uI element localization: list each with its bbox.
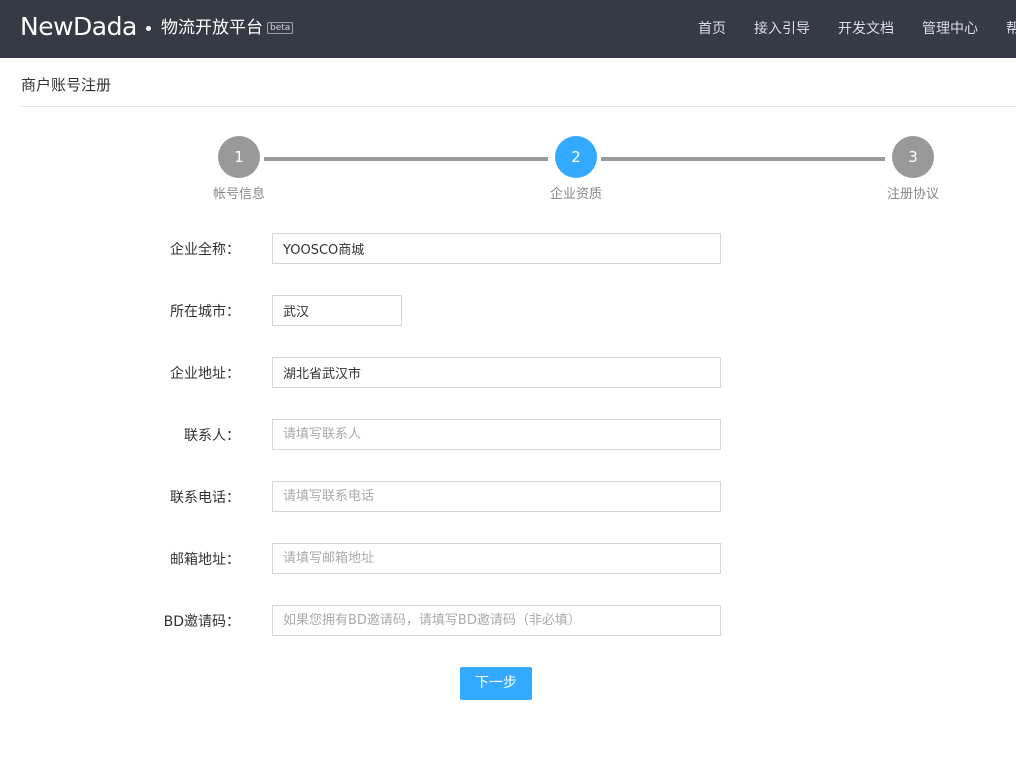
phone-label: 联系电话：: [170, 490, 240, 506]
platform-title: 物流开放平台: [161, 18, 263, 38]
bd-code-label: BD邀请码：: [163, 614, 240, 630]
company-name-input[interactable]: [272, 233, 721, 264]
newdada-logo[interactable]: NewDada: [20, 11, 137, 43]
next-step-button[interactable]: 下一步: [460, 667, 532, 700]
step-connector: [601, 157, 885, 161]
title-divider: [21, 106, 1016, 107]
nav-home[interactable]: 首页: [698, 19, 726, 39]
address-label: 企业地址：: [170, 366, 240, 382]
step-1-circle: 1: [218, 136, 260, 178]
main-nav: 首页 接入引导 开发文档 管理中心 帮: [684, 0, 1016, 58]
company-name-label: 企业全称：: [170, 242, 240, 258]
logo-separator-dot: [146, 26, 151, 31]
step-connector: [264, 157, 548, 161]
email-label: 邮箱地址：: [170, 552, 240, 568]
step-2-circle: 2: [555, 136, 597, 178]
step-2-label: 企业资质: [549, 187, 602, 202]
nav-help[interactable]: 帮: [1006, 19, 1016, 39]
nav-dev-docs[interactable]: 开发文档: [838, 19, 894, 39]
beta-badge: beta: [267, 22, 294, 34]
step-1-label: 帐号信息: [212, 187, 265, 202]
city-input[interactable]: [272, 295, 402, 326]
page-title: 商户账号注册: [21, 76, 112, 94]
email-input[interactable]: [272, 543, 721, 574]
bd-code-input[interactable]: [272, 605, 721, 636]
address-input[interactable]: [272, 357, 721, 388]
step-3-label: 注册协议: [886, 187, 939, 202]
nav-management-center[interactable]: 管理中心: [922, 19, 978, 39]
contact-input[interactable]: [272, 419, 721, 450]
city-label: 所在城市：: [170, 304, 240, 320]
nav-integration-guide[interactable]: 接入引导: [754, 19, 810, 39]
phone-input[interactable]: [272, 481, 721, 512]
step-3-circle: 3: [892, 136, 934, 178]
contact-label: 联系人：: [184, 428, 240, 444]
top-navbar: NewDada 物流开放平台 beta 首页 接入引导 开发文档 管理中心 帮: [0, 0, 1016, 58]
